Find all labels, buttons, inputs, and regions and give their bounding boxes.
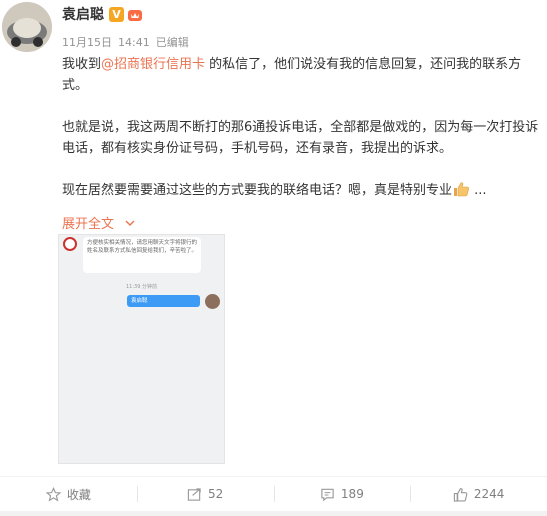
star-icon xyxy=(45,486,61,501)
avatar-image xyxy=(2,2,52,52)
mention-link[interactable]: @招商银行信用卡 xyxy=(101,57,205,72)
thumbs-up-emoji-icon xyxy=(452,181,470,204)
repost-count: 52 xyxy=(207,487,224,501)
thumbs-up-icon xyxy=(453,487,468,502)
post-time[interactable]: 14:41 xyxy=(118,36,150,49)
repost-button[interactable]: 52 xyxy=(136,477,274,511)
member-crown-icon xyxy=(127,7,143,22)
edited-label: 已编辑 xyxy=(155,36,189,49)
favorite-label: 收藏 xyxy=(66,487,91,502)
sender-avatar xyxy=(205,294,220,309)
author-name[interactable]: 袁启聪 xyxy=(62,4,104,24)
post-image[interactable]: 方便核实相关情况，请您用聊天文字将银行的姓名及联系方式私信回复给我们，辛苦啦了。… xyxy=(58,234,225,464)
sent-message-bubble: 袁启聪 xyxy=(127,295,200,307)
verified-badge-icon: V xyxy=(109,7,124,22)
post-meta: 11月15日 14:41 已编辑 xyxy=(62,34,195,50)
favorite-button[interactable]: 收藏 xyxy=(0,477,137,511)
like-button[interactable]: 2244 xyxy=(410,477,547,511)
post-date[interactable]: 11月15日 xyxy=(62,36,112,49)
chevron-down-icon xyxy=(125,220,135,226)
bank-avatar xyxy=(63,237,77,251)
action-bar: 收藏 52 189 2244 xyxy=(0,477,547,511)
comment-icon xyxy=(321,488,334,501)
post-paragraph-2: 也就是说，我这两周不断打的那6通投诉电话，全部都是做戏的，因为每一次打投诉电话，… xyxy=(62,120,539,156)
post-ellipsis: ... xyxy=(470,183,487,198)
post-paragraph-3: 现在居然要需要通过这些的方式要我的联络电话？嗯，真是特别专业 ... xyxy=(62,180,544,204)
post-paragraph-1: 我收到@招商银行信用卡 的私信了，他们说没有我的信息回复，还问我的联系方式。 xyxy=(62,54,544,96)
repost-icon xyxy=(187,487,201,501)
expand-label: 展开全文 xyxy=(62,217,115,232)
post-text-segment: 我收到 xyxy=(62,57,102,72)
expand-full-text-link[interactable]: 展开全文 xyxy=(62,213,136,232)
comment-count: 189 xyxy=(340,487,364,501)
message-time: 11:39 分钟前 xyxy=(126,284,157,290)
avatar[interactable] xyxy=(2,2,52,52)
like-count: 2244 xyxy=(473,487,505,501)
post-text: 我收到@招商银行信用卡 的私信了，他们说没有我的信息回复，还问我的联系方式。 也… xyxy=(62,54,544,225)
received-message-bubble: 方便核实相关情况，请您用聊天文字将银行的姓名及联系方式私信回复给我们，辛苦啦了。 xyxy=(83,237,201,273)
footer-separator xyxy=(0,511,547,516)
post-text-segment: 现在居然要需要通过这些的方式要我的联络电话？嗯，真是特别专业 xyxy=(62,183,453,198)
comment-button[interactable]: 189 xyxy=(273,477,411,511)
